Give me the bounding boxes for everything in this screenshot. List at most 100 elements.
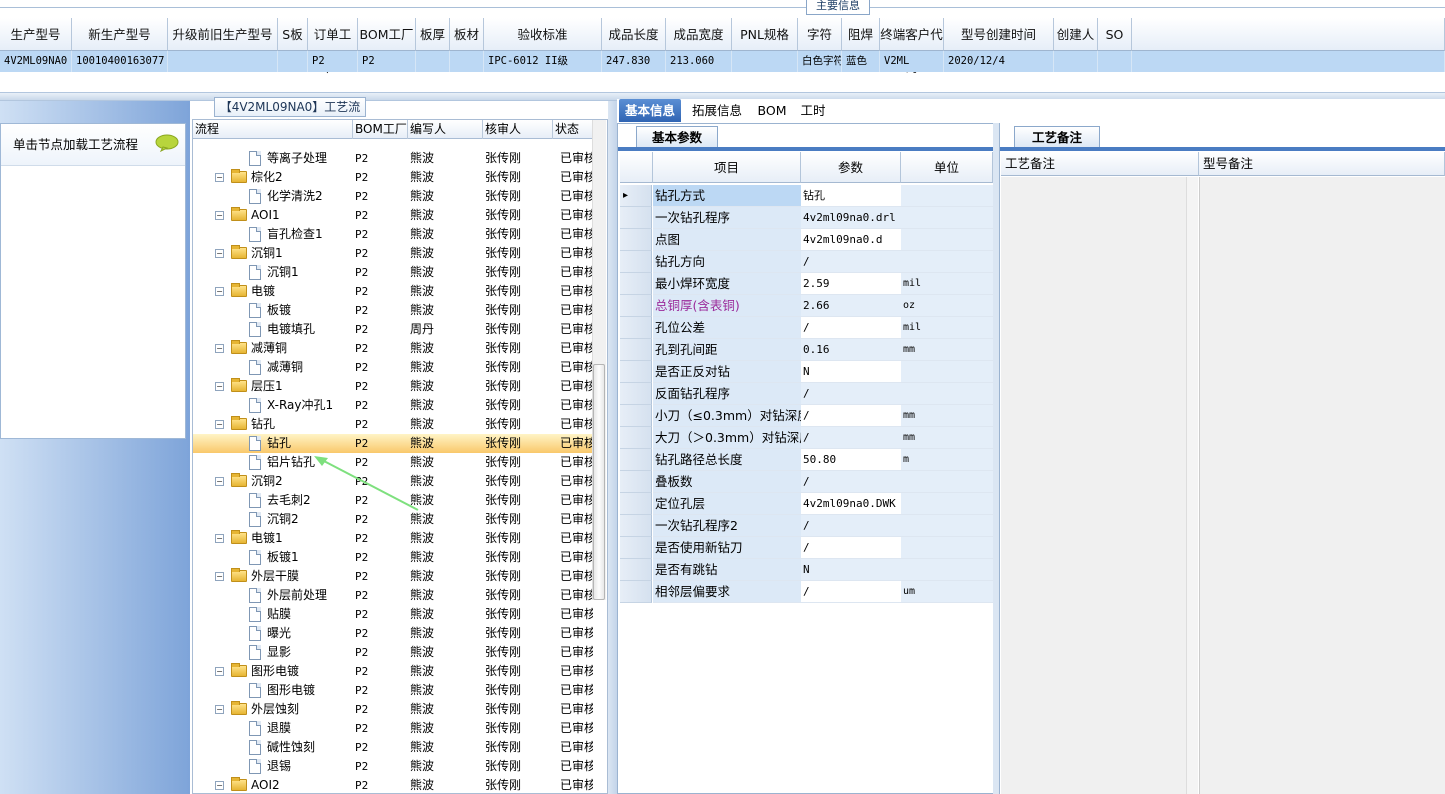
param-value[interactable]: 0.16: [801, 339, 901, 361]
param-row[interactable]: 反面钻孔程序 /: [620, 383, 993, 405]
tree-row[interactable]: 退膜 P2 熊波 张传刚 已审核: [193, 719, 593, 738]
tree-col-header[interactable]: 状态: [553, 120, 593, 139]
tree-row[interactable]: − AOI1 P2 熊波 张传刚 已审核: [193, 206, 593, 225]
collapse-toggle-icon[interactable]: −: [215, 173, 224, 182]
param-row[interactable]: 小刀（≤0.3mm）对钻深度 / mm: [620, 405, 993, 427]
tree-row[interactable]: − AOI2 P2 熊波 张传刚 已审核: [193, 776, 593, 793]
param-row[interactable]: 定位孔层 4v2ml09na0.DWK: [620, 493, 993, 515]
row-selector[interactable]: [620, 295, 652, 317]
param-row[interactable]: 相邻层偏要求 / um: [620, 581, 993, 603]
param-row[interactable]: 孔位公差 / mil: [620, 317, 993, 339]
main-col-header[interactable]: 成品宽度: [666, 18, 732, 51]
tree-row[interactable]: − 减薄铜 P2 熊波 张传刚 已审核: [193, 339, 593, 358]
param-row[interactable]: 叠板数 /: [620, 471, 993, 493]
row-selector[interactable]: [620, 449, 652, 471]
row-selector[interactable]: [620, 251, 652, 273]
main-col-header[interactable]: 新生产型号: [72, 18, 168, 51]
row-selector[interactable]: [620, 427, 652, 449]
tab-bom[interactable]: BOM: [755, 99, 789, 122]
tree-row[interactable]: 碱性蚀刻 P2 熊波 张传刚 已审核: [193, 738, 593, 757]
left-hint-card[interactable]: 单击节点加载工艺流程: [0, 123, 186, 439]
left-hint-header[interactable]: 单击节点加载工艺流程: [1, 124, 185, 166]
craft-col-header[interactable]: 型号备注: [1199, 152, 1445, 176]
row-selector[interactable]: ▸: [620, 185, 652, 207]
param-row[interactable]: 大刀（＞0.3mm）对钻深度 / mm: [620, 427, 993, 449]
craft-notes-column[interactable]: [1001, 177, 1187, 794]
row-selector[interactable]: [620, 339, 652, 361]
param-row[interactable]: 一次钻孔程序2/: [620, 515, 993, 537]
main-info-title[interactable]: 主要信息: [806, 0, 870, 15]
tree-row[interactable]: − 电镀 P2 熊波 张传刚 已审核: [193, 282, 593, 301]
tree-row[interactable]: 电镀填孔 P2 周丹 张传刚 已审核: [193, 320, 593, 339]
tab-ext-info[interactable]: 拓展信息: [685, 99, 749, 122]
row-selector[interactable]: [620, 515, 652, 537]
collapse-toggle-icon[interactable]: −: [215, 287, 224, 296]
param-value[interactable]: 2.66: [801, 295, 901, 317]
param-value[interactable]: /: [801, 537, 901, 559]
tree-row[interactable]: − 棕化2 P2 熊波 张传刚 已审核: [193, 168, 593, 187]
collapse-toggle-icon[interactable]: −: [215, 420, 224, 429]
tree-row[interactable]: 显影 P2 熊波 张传刚 已审核: [193, 643, 593, 662]
param-row[interactable]: 总铜厚(含表铜) 2.66 oz: [620, 295, 993, 317]
param-value[interactable]: /: [801, 515, 901, 537]
tab-basic-params[interactable]: 基本参数: [636, 126, 718, 147]
param-value[interactable]: /: [801, 383, 901, 405]
main-col-header[interactable]: 型号创建时间: [944, 18, 1054, 51]
model-notes-column[interactable]: [1199, 177, 1445, 794]
grid-col-header[interactable]: 项目: [653, 152, 801, 183]
param-row[interactable]: 是否使用新钻刀 /: [620, 537, 993, 559]
vertical-splitter[interactable]: [608, 101, 617, 794]
main-col-header[interactable]: 阻焊: [842, 18, 880, 51]
tree-col-header[interactable]: 流程: [193, 120, 353, 139]
speech-bubble-icon[interactable]: [155, 134, 179, 152]
tree-row[interactable]: 板镀1 P2 熊波 张传刚 已审核: [193, 548, 593, 567]
row-selector[interactable]: [620, 581, 652, 603]
tree-row[interactable]: 曝光 P2 熊波 张传刚 已审核: [193, 624, 593, 643]
main-col-header[interactable]: SO: [1098, 18, 1132, 51]
row-selector[interactable]: [620, 383, 652, 405]
main-col-header[interactable]: 创建人: [1054, 18, 1098, 51]
param-row[interactable]: 一次钻孔程序 4v2ml09na0.drl: [620, 207, 993, 229]
main-col-header[interactable]: 字符: [798, 18, 842, 51]
grid-col-header[interactable]: 参数: [801, 152, 901, 183]
tree-row[interactable]: − 图形电镀 P2 熊波 张传刚 已审核: [193, 662, 593, 681]
param-value[interactable]: N: [801, 361, 901, 383]
param-row[interactable]: 点图 4v2ml09na0.d: [620, 229, 993, 251]
param-value[interactable]: /: [801, 251, 901, 273]
param-value[interactable]: 4v2ml09na0.drl: [801, 207, 901, 229]
craft-col-header[interactable]: 工艺备注: [1001, 152, 1199, 176]
tree-col-header[interactable]: 编写人: [408, 120, 483, 139]
tree-row[interactable]: 贴膜 P2 熊波 张传刚 已审核: [193, 605, 593, 624]
tree-row[interactable]: X-Ray冲孔1 P2 熊波 张传刚 已审核: [193, 396, 593, 415]
tree-row[interactable]: 外层前处理 P2 熊波 张传刚 已审核: [193, 586, 593, 605]
tree-row[interactable]: 等离子处理 P2 熊波 张传刚 已审核: [193, 149, 593, 168]
tree-row[interactable]: 退锡 P2 熊波 张传刚 已审核: [193, 757, 593, 776]
row-selector[interactable]: [620, 493, 652, 515]
collapse-toggle-icon[interactable]: −: [215, 382, 224, 391]
main-col-header[interactable]: 生产型号: [0, 18, 72, 51]
main-col-header[interactable]: 终端客户代码: [880, 18, 944, 75]
main-col-header[interactable]: PNL规格: [732, 18, 798, 51]
tree-row[interactable]: 沉铜1 P2 熊波 张传刚 已审核: [193, 263, 593, 282]
row-selector[interactable]: [620, 273, 652, 295]
tree-row[interactable]: 图形电镀 P2 熊波 张传刚 已审核: [193, 681, 593, 700]
tree-row[interactable]: − 钻孔 P2 熊波 张传刚 已审核: [193, 415, 593, 434]
main-col-header[interactable]: 板材: [450, 18, 484, 51]
param-value[interactable]: N: [801, 559, 901, 581]
main-col-header[interactable]: BOM工厂: [358, 18, 416, 51]
param-value[interactable]: /: [801, 405, 901, 427]
tree-scrollbar-thumb[interactable]: [593, 364, 605, 600]
collapse-toggle-icon[interactable]: −: [215, 705, 224, 714]
main-col-header[interactable]: 订单工厂: [308, 18, 358, 75]
tree-row[interactable]: 化学清洗2 P2 熊波 张传刚 已审核: [193, 187, 593, 206]
collapse-toggle-icon[interactable]: −: [215, 572, 224, 581]
collapse-toggle-icon[interactable]: −: [215, 477, 224, 486]
collapse-toggle-icon[interactable]: −: [215, 211, 224, 220]
param-row[interactable]: 孔到孔间距 0.16 mm: [620, 339, 993, 361]
param-value[interactable]: /: [801, 427, 901, 449]
collapse-toggle-icon[interactable]: −: [215, 781, 224, 790]
tree-col-header[interactable]: 核审人: [483, 120, 553, 139]
tab-hours[interactable]: 工时: [795, 99, 831, 122]
param-value[interactable]: /: [801, 581, 901, 603]
collapse-toggle-icon[interactable]: −: [215, 249, 224, 258]
